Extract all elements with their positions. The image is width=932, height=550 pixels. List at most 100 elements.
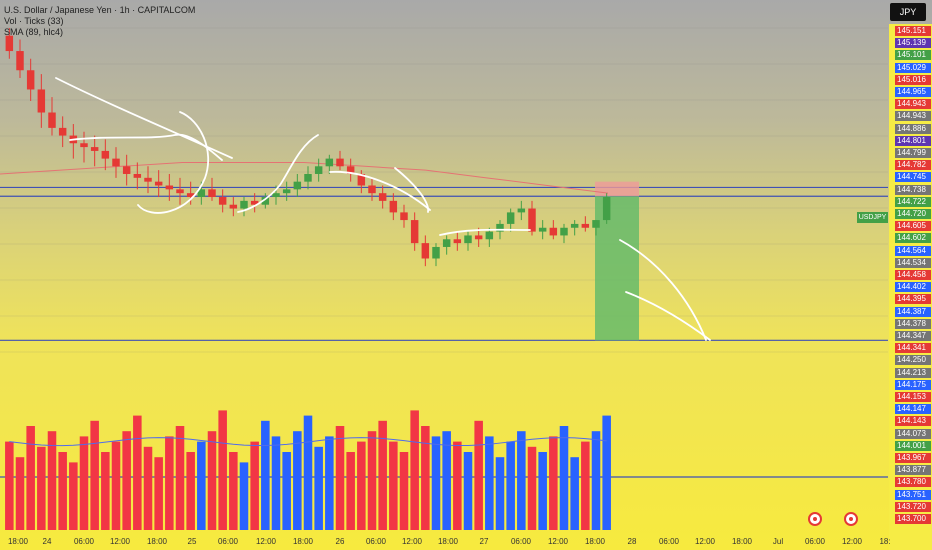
candle-body xyxy=(58,127,67,136)
candle-body xyxy=(26,70,35,90)
price-label: 144.534 xyxy=(895,257,931,268)
volume-bar xyxy=(538,452,547,530)
candle-body xyxy=(592,220,600,228)
legend-title: U.S. Dollar / Japanese Yen · 1h · CAPITA… xyxy=(4,5,196,15)
price-chart[interactable] xyxy=(0,0,932,550)
volume-bar xyxy=(90,420,99,530)
price-label: 143.967 xyxy=(895,453,931,463)
candle-body xyxy=(602,197,611,221)
volume-bar xyxy=(410,410,419,530)
volume-bar xyxy=(495,457,505,530)
volume-bar xyxy=(186,452,195,530)
price-label: 144.943 xyxy=(895,111,931,122)
volume-bar xyxy=(378,420,387,530)
price-label: 144.738 xyxy=(895,184,931,195)
stop-loss-zone xyxy=(595,181,639,197)
price-label: 144.801 xyxy=(895,135,931,146)
price-label: 144.745 xyxy=(895,172,931,183)
price-label: 144.153 xyxy=(895,392,931,402)
time-label: 26 xyxy=(335,537,345,546)
volume-bar xyxy=(591,431,601,530)
take-profit-zone xyxy=(595,196,639,341)
price-label: 145.139 xyxy=(895,38,931,49)
volume-bar xyxy=(506,441,515,530)
price-label: 144.458 xyxy=(895,270,931,280)
volume-bar xyxy=(47,431,57,530)
price-label: 143.720 xyxy=(895,501,931,512)
volume-bar xyxy=(335,426,345,530)
price-label: 145.151 xyxy=(895,26,931,36)
candle-body xyxy=(442,239,451,247)
price-label: 144.143 xyxy=(895,416,931,427)
volume-bar xyxy=(293,431,302,530)
candle-body xyxy=(154,181,163,186)
price-label: 145.016 xyxy=(895,74,931,85)
volume-bar xyxy=(58,452,67,530)
candle-body xyxy=(336,158,344,167)
time-label: 06:00 xyxy=(804,537,826,546)
candle-body xyxy=(165,185,174,190)
volume-bar xyxy=(559,426,569,530)
price-label: 144.782 xyxy=(895,160,931,171)
volume-bar xyxy=(69,462,78,530)
price-label: 143.751 xyxy=(895,489,931,500)
candle-body xyxy=(528,208,536,232)
candle-body xyxy=(304,173,312,182)
event-marker-icon[interactable] xyxy=(844,512,858,526)
volume-bar xyxy=(485,436,494,530)
candle-body xyxy=(101,150,110,159)
price-label: 144.213 xyxy=(895,367,931,378)
volume-bar xyxy=(37,446,46,530)
volume-bar xyxy=(79,436,89,530)
price-label: 144.147 xyxy=(895,404,931,415)
time-label: 18:00 xyxy=(292,537,314,546)
price-label: 144.602 xyxy=(895,233,931,244)
candle-body xyxy=(37,89,46,113)
candle-body xyxy=(453,239,462,244)
volume-bar xyxy=(463,452,473,530)
volume-bar xyxy=(111,441,121,530)
candle-body xyxy=(410,220,419,244)
time-label: 12:00 xyxy=(255,537,277,546)
candle-body xyxy=(293,181,302,190)
hand-drawn-annotation xyxy=(237,134,319,213)
volume-bar xyxy=(431,436,441,530)
volume-bar xyxy=(346,452,355,530)
price-label: 143.780 xyxy=(895,477,931,488)
candle-body xyxy=(517,208,526,213)
chart-stage[interactable]: U.S. Dollar / Japanese Yen · 1h · CAPITA… xyxy=(0,0,932,550)
volume-bar xyxy=(197,441,206,530)
time-label: 12:00 xyxy=(401,537,423,546)
volume-bar xyxy=(143,446,153,530)
currency-badge[interactable]: JPY xyxy=(890,3,926,21)
volume-bar xyxy=(261,420,270,530)
candle-body xyxy=(485,231,494,240)
time-label: 06:00 xyxy=(365,537,387,546)
price-label: 144.564 xyxy=(895,245,931,256)
volume-bar xyxy=(399,452,409,530)
time-label: 06:00 xyxy=(510,537,532,546)
price-label: 143.700 xyxy=(895,514,931,524)
time-label: 27 xyxy=(479,537,489,546)
candle-body xyxy=(421,243,430,259)
volume-bar xyxy=(527,446,537,530)
volume-bar xyxy=(474,420,483,530)
time-label: 12:00 xyxy=(841,537,863,546)
price-label: 144.341 xyxy=(895,343,931,354)
volume-bar xyxy=(229,452,238,530)
time-label: 12:00 xyxy=(547,537,569,546)
volume-bar xyxy=(389,441,398,530)
price-label: 144.378 xyxy=(895,318,931,329)
volume-bar xyxy=(101,452,110,530)
candle-body xyxy=(506,212,515,224)
volume-bar xyxy=(314,446,323,530)
volume-bar xyxy=(26,426,35,530)
hand-drawn-annotation xyxy=(329,170,431,211)
event-marker-icon[interactable] xyxy=(808,512,822,526)
volume-bar xyxy=(271,436,281,530)
time-label: 18:00 xyxy=(584,537,606,546)
price-label: 144.250 xyxy=(895,355,931,366)
candle-body xyxy=(112,158,120,167)
volume-bar xyxy=(357,441,366,530)
price-label: 144.886 xyxy=(895,123,931,134)
